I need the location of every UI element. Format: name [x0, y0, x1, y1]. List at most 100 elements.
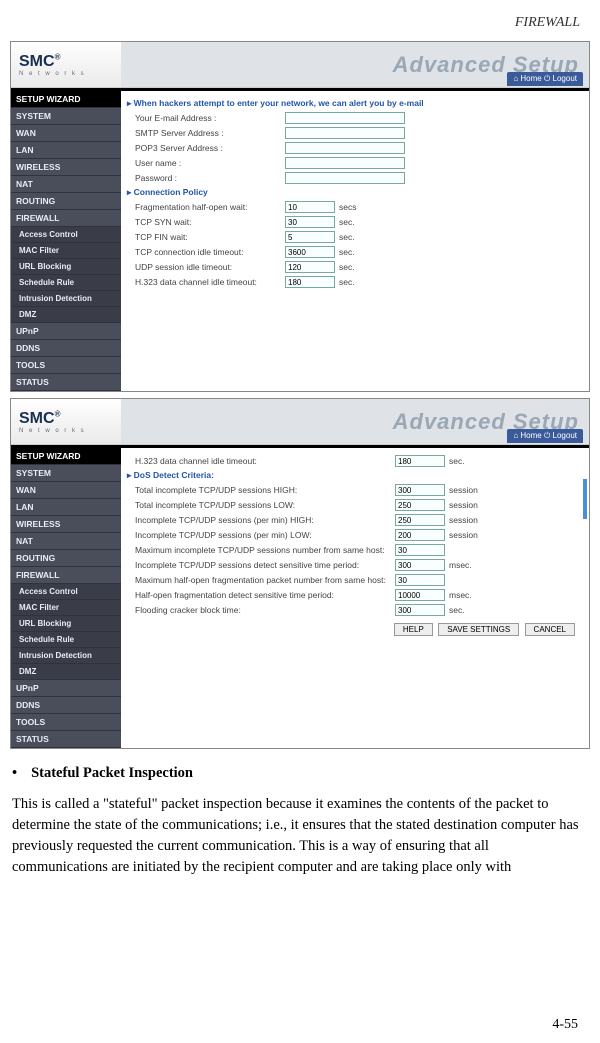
sidebar-item[interactable]: STATUS [11, 731, 121, 748]
field-suffix: session [449, 530, 478, 540]
sidebar-item[interactable]: SYSTEM [11, 465, 121, 482]
number-input[interactable] [285, 216, 335, 228]
sidebar-item[interactable]: UPnP [11, 323, 121, 340]
field-label: Half-open fragmentation detect sensitive… [135, 590, 395, 600]
sidebar-item[interactable]: Access Control [11, 584, 121, 600]
sidebar-item[interactable]: Intrusion Detection [11, 291, 121, 307]
sidebar-item[interactable]: MAC Filter [11, 600, 121, 616]
field-label: H.323 data channel idle timeout: [135, 456, 395, 466]
field-label: Incomplete TCP/UDP sessions (per min) HI… [135, 515, 395, 525]
sidebar-item[interactable]: ROUTING [11, 193, 121, 210]
logout-link[interactable]: Logout [553, 431, 577, 440]
text-input[interactable] [285, 157, 405, 169]
number-input[interactable] [285, 201, 335, 213]
number-input[interactable] [285, 276, 335, 288]
field-label: Incomplete TCP/UDP sessions (per min) LO… [135, 530, 395, 540]
form-row: Fragmentation half-open wait: secs [127, 201, 583, 213]
number-input[interactable] [285, 261, 335, 273]
number-input[interactable] [395, 604, 445, 616]
field-suffix: sec. [339, 277, 355, 287]
home-link[interactable]: Home [520, 74, 541, 83]
help-button[interactable]: HELP [394, 623, 433, 636]
sidebar-item[interactable]: FIREWALL [11, 567, 121, 584]
banner: Advanced Setup ⌂ Home ⏻ Logout [121, 399, 589, 444]
sidebar-item[interactable]: URL Blocking [11, 259, 121, 275]
sidebar-item[interactable]: DDNS [11, 340, 121, 357]
form-row: Flooding cracker block time:sec. [127, 604, 583, 616]
number-input[interactable] [395, 499, 445, 511]
field-label: SMTP Server Address : [135, 128, 285, 138]
sidebar-item[interactable]: LAN [11, 499, 121, 516]
text-input[interactable] [285, 172, 405, 184]
sidebar-item[interactable]: UPnP [11, 680, 121, 697]
sidebar-item[interactable]: Access Control [11, 227, 121, 243]
sidebar-item[interactable]: NAT [11, 176, 121, 193]
text-input[interactable] [285, 112, 405, 124]
sidebar-item[interactable]: WAN [11, 125, 121, 142]
sidebar-item[interactable]: Schedule Rule [11, 275, 121, 291]
brand-subtext: N e t w o r k s [19, 71, 86, 77]
number-input[interactable] [395, 529, 445, 541]
form-row: Incomplete TCP/UDP sessions (per min) LO… [127, 529, 583, 541]
field-suffix: secs [339, 202, 356, 212]
number-input[interactable] [285, 231, 335, 243]
number-input[interactable] [395, 514, 445, 526]
document-body: •Stateful Packet Inspection This is call… [0, 755, 600, 886]
number-input[interactable] [395, 574, 445, 586]
text-input[interactable] [285, 127, 405, 139]
scrollbar-thumb[interactable] [583, 479, 587, 519]
number-input[interactable] [395, 589, 445, 601]
sidebar-item[interactable]: WAN [11, 482, 121, 499]
form-row: UDP session idle timeout:sec. [127, 261, 583, 273]
sidebar-item[interactable]: LAN [11, 142, 121, 159]
brand-logo: SMC® N e t w o r k s [11, 42, 121, 87]
brand-name: SMC® [19, 53, 60, 70]
sidebar-item[interactable]: SETUP WIZARD [11, 91, 121, 108]
form-row: Maximum half-open fragmentation packet n… [127, 574, 583, 586]
save-settings-button[interactable]: SAVE SETTINGS [438, 623, 519, 636]
home-logout-bar: ⌂ Home ⏻ Logout [507, 429, 583, 443]
text-input[interactable] [285, 142, 405, 154]
sidebar-item[interactable]: SYSTEM [11, 108, 121, 125]
home-logout-bar: ⌂ Home ⏻ Logout [507, 72, 583, 86]
number-input[interactable] [395, 484, 445, 496]
sidebar-item[interactable]: DDNS [11, 697, 121, 714]
brand-name: SMC® [19, 410, 60, 427]
sidebar-item[interactable]: WIRELESS [11, 516, 121, 533]
logout-link[interactable]: Logout [553, 74, 577, 83]
number-input[interactable] [395, 559, 445, 571]
brand-logo: SMC® N e t w o r k s [11, 399, 121, 444]
router-ui-screenshot-1: SMC® N e t w o r k s Advanced Setup ⌂ Ho… [10, 41, 590, 392]
form-row: H.323 data channel idle timeout: sec. [127, 455, 583, 467]
logout-icon[interactable]: ⏻ [544, 74, 553, 83]
field-label: Maximum incomplete TCP/UDP sessions numb… [135, 545, 395, 555]
home-link[interactable]: Home [520, 431, 541, 440]
sidebar-item[interactable]: URL Blocking [11, 616, 121, 632]
sidebar-item[interactable]: MAC Filter [11, 243, 121, 259]
sidebar-item[interactable]: ROUTING [11, 550, 121, 567]
sidebar-item[interactable]: STATUS [11, 374, 121, 391]
field-suffix: session [449, 500, 478, 510]
field-label: Flooding cracker block time: [135, 605, 395, 615]
number-input[interactable] [395, 544, 445, 556]
top-bar: SMC® N e t w o r k s Advanced Setup ⌂ Ho… [11, 399, 589, 445]
sidebar-item[interactable]: WIRELESS [11, 159, 121, 176]
sidebar-item[interactable]: SETUP WIZARD [11, 448, 121, 465]
number-input[interactable] [285, 246, 335, 258]
form-row: Total incomplete TCP/UDP sessions LOW:se… [127, 499, 583, 511]
field-suffix: msec. [449, 590, 472, 600]
logout-icon[interactable]: ⏻ [544, 431, 553, 440]
cancel-button[interactable]: CANCEL [525, 623, 575, 636]
sidebar-item[interactable]: FIREWALL [11, 210, 121, 227]
h323-timeout-input[interactable] [395, 455, 445, 467]
field-label: Your E-mail Address : [135, 113, 285, 123]
sidebar-item[interactable]: TOOLS [11, 357, 121, 374]
sidebar-item[interactable]: DMZ [11, 664, 121, 680]
field-label: Fragmentation half-open wait: [135, 202, 285, 212]
sidebar-item[interactable]: Intrusion Detection [11, 648, 121, 664]
sidebar-item[interactable]: TOOLS [11, 714, 121, 731]
field-label: TCP SYN wait: [135, 217, 285, 227]
sidebar-item[interactable]: NAT [11, 533, 121, 550]
sidebar-item[interactable]: DMZ [11, 307, 121, 323]
sidebar-item[interactable]: Schedule Rule [11, 632, 121, 648]
